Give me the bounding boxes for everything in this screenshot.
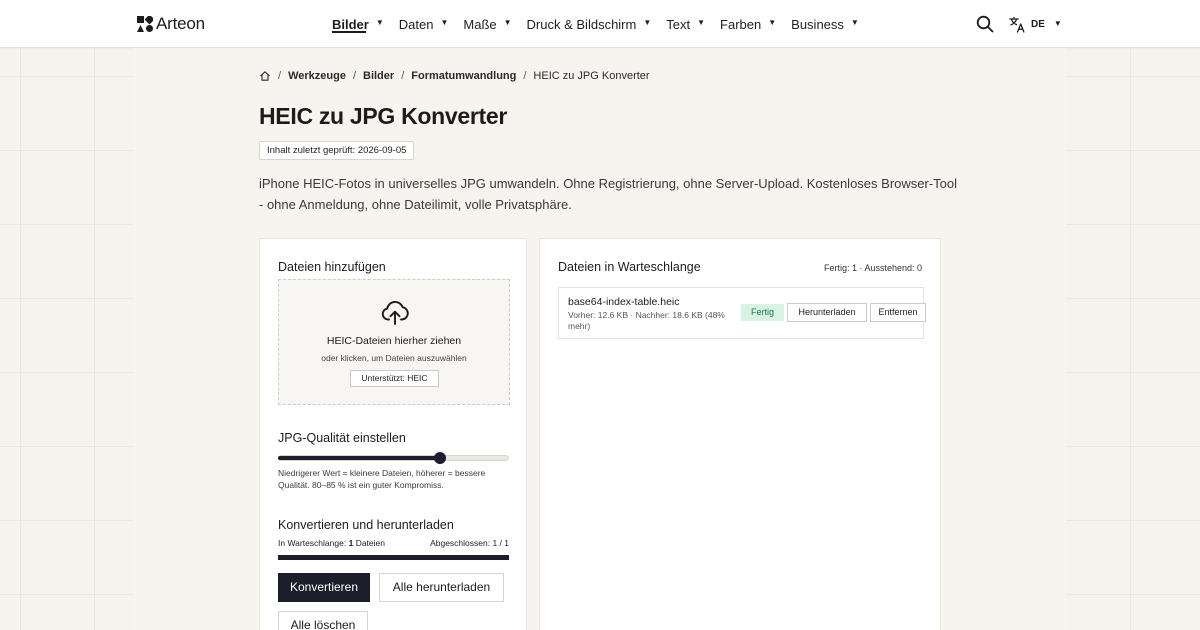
queue-status-row: In Warteschlange: 1 Dateien Abgeschlosse…	[278, 538, 509, 548]
brand-name: Arteon	[156, 14, 205, 33]
chevron-down-icon: ▼	[440, 17, 449, 27]
nav-item-label: Daten	[398, 16, 434, 32]
brand-logo[interactable]: Arteon	[137, 14, 205, 34]
slider-fill	[278, 456, 440, 460]
download-all-button[interactable]: Alle herunterladen	[379, 573, 504, 602]
nav-item-druck-bildschirm[interactable]: Druck & Bildschirm ▼	[527, 0, 652, 48]
nav-item-daten[interactable]: Daten ▼	[399, 0, 449, 48]
dropzone-subtitle: oder klicken, um Dateien auszuwählen	[321, 353, 467, 363]
slider-thumb[interactable]	[433, 452, 446, 464]
breadcrumb-current: HEIC zu JPG Konverter	[533, 70, 650, 82]
breadcrumb-link-werkzeuge[interactable]: Werkzeuge	[288, 70, 346, 82]
nav-item-label: Maße	[463, 16, 497, 32]
top-navigation-bar: Arteon Bilder ▼ Daten ▼ Maße ▼ Druck & B…	[0, 0, 1200, 48]
file-dropzone[interactable]: HEIC-Dateien hierher ziehen oder klicken…	[278, 279, 510, 405]
page-intro: iPhone HEIC-Fotos in universelles JPG um…	[259, 176, 958, 212]
file-size-info: Vorher: 12.6 KB · Nachher: 18.6 KB (48% …	[568, 310, 725, 331]
quality-slider[interactable]	[278, 452, 509, 464]
language-switcher[interactable]: DE ▼	[1009, 15, 1062, 33]
nav-item-bilder[interactable]: Bilder ▼	[332, 0, 384, 48]
file-name: base64-index-table.heic	[568, 296, 680, 308]
chevron-down-icon: ▼	[850, 17, 859, 27]
language-code: DE	[1031, 18, 1045, 30]
supported-formats-badge: Unterstützt: HEIC	[350, 370, 439, 387]
convert-section-title: Konvertieren und herunterladen	[278, 518, 454, 532]
chevron-down-icon: ▼	[1053, 18, 1062, 28]
breadcrumb-link-bilder[interactable]: Bilder	[363, 70, 394, 82]
chevron-down-icon: ▼	[697, 17, 706, 27]
nav-item-label: Bilder	[332, 16, 369, 32]
status-badge: Fertig	[741, 304, 784, 321]
cloud-upload-icon	[381, 301, 409, 325]
queue-label: In Warteschlange:	[278, 538, 347, 548]
download-file-button[interactable]: Herunterladen	[787, 303, 867, 322]
translate-icon	[1009, 16, 1025, 33]
search-button[interactable]	[976, 15, 994, 33]
completed-count: Abgeschlossen: 1 / 1	[430, 538, 509, 548]
queue-file-item: base64-index-table.heic Vorher: 12.6 KB …	[558, 287, 926, 339]
nav-item-business[interactable]: Business ▼	[791, 0, 859, 48]
breadcrumb-link-formatumwandlung[interactable]: Formatumwandlung	[411, 70, 516, 82]
remove-file-button[interactable]: Entfernen	[870, 303, 926, 322]
nav-item-label: Business	[791, 16, 844, 32]
convert-button[interactable]: Konvertieren	[278, 573, 370, 602]
dropzone-title: HEIC-Dateien hierher ziehen	[326, 335, 462, 347]
reviewed-date-badge: Inhalt zuletzt geprüft: 2026-09-05	[259, 141, 415, 160]
queue-card: Dateien in Warteschlange Fertig: 1 · Aus…	[539, 238, 941, 630]
nav-item-masse[interactable]: Maße ▼	[463, 0, 511, 48]
quality-section-title: JPG-Qualität einstellen	[278, 431, 406, 445]
queue-unit: Dateien	[355, 538, 385, 548]
breadcrumb: / Werkzeuge / Bilder / Formatumwandlung …	[259, 68, 650, 84]
queue-count: 1	[348, 538, 354, 548]
home-icon[interactable]	[259, 70, 271, 82]
breadcrumb-separator: /	[278, 70, 282, 82]
chevron-down-icon: ▼	[643, 17, 652, 27]
nav-item-text[interactable]: Text ▼	[666, 0, 705, 48]
queue-section-title: Dateien in Warteschlange	[558, 260, 701, 274]
quality-hint: Niedrigerer Wert = kleinere Dateien, höh…	[278, 468, 486, 490]
nav-item-label: Text	[666, 16, 691, 32]
clear-all-button[interactable]: Alle löschen	[278, 611, 368, 630]
breadcrumb-separator: /	[523, 70, 527, 82]
search-icon	[976, 15, 994, 33]
main-nav: Bilder ▼ Daten ▼ Maße ▼ Druck & Bildschi…	[332, 0, 874, 48]
conversion-progress-bar	[278, 555, 509, 560]
nav-item-label: Farben	[720, 16, 762, 32]
queue-counts: Fertig: 1 · Ausstehend: 0	[823, 263, 922, 273]
progress-fill	[278, 555, 509, 560]
breadcrumb-separator: /	[401, 70, 405, 82]
upload-section-title: Dateien hinzufügen	[278, 260, 386, 274]
chevron-down-icon: ▼	[768, 17, 777, 27]
breadcrumb-separator: /	[352, 70, 356, 82]
nav-item-label: Druck & Bildschirm	[526, 16, 637, 32]
brand-logo-icon	[137, 16, 153, 32]
converter-controls-card: Dateien hinzufügen HEIC-Dateien hierher …	[259, 238, 527, 630]
page-title: HEIC zu JPG Konverter	[259, 103, 508, 129]
chevron-down-icon: ▼	[503, 17, 512, 27]
chevron-down-icon: ▼	[375, 17, 384, 27]
nav-item-farben[interactable]: Farben ▼	[720, 0, 776, 48]
